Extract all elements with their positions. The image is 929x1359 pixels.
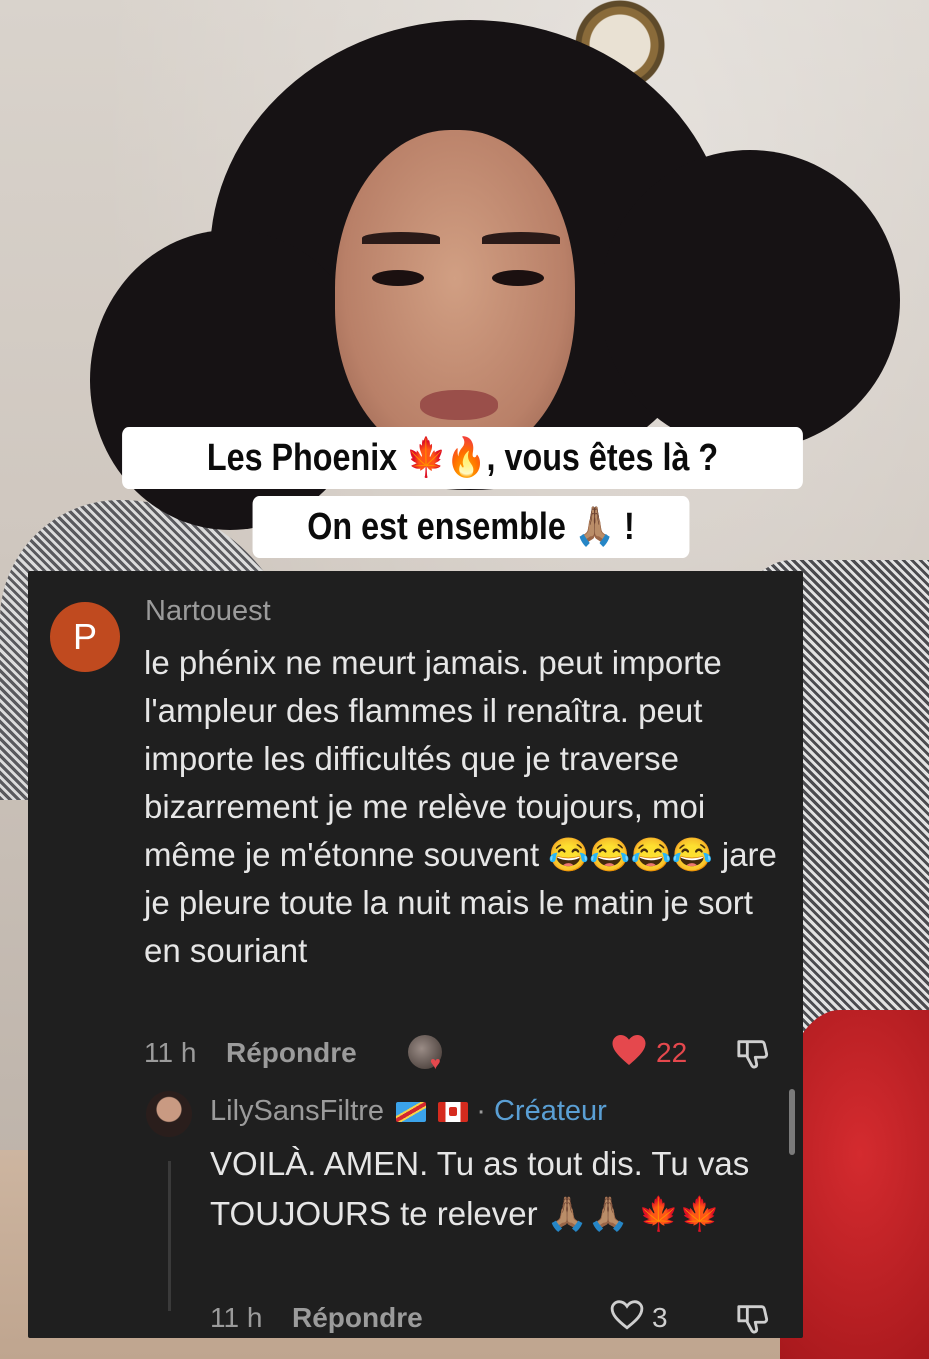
caption-line-1: Les Phoenix 🍁🔥, vous êtes là ? — [122, 427, 803, 489]
comment-time: 11 h — [144, 1037, 197, 1068]
eye-right — [492, 270, 544, 286]
reply-time: 11 h — [210, 1302, 263, 1333]
reply-username[interactable]: LilySansFiltre — [210, 1095, 384, 1127]
reply-dislike-button[interactable] — [736, 1301, 770, 1338]
commenter-username[interactable]: Nartouest — [145, 595, 271, 628]
comment-dislike-button[interactable] — [736, 1036, 770, 1075]
flag-dr-congo-icon — [396, 1102, 427, 1123]
comment-reply-button[interactable]: Répondre — [226, 1037, 357, 1069]
thread-line — [168, 1161, 171, 1311]
comment-like-button[interactable] — [611, 1033, 647, 1072]
thumbs-down-icon — [737, 1040, 769, 1069]
hair-strands — [600, 150, 900, 450]
commenter-avatar[interactable]: P — [50, 602, 120, 672]
comment-like-count: 22 — [656, 1037, 688, 1068]
eye-left — [372, 270, 424, 286]
heart-icon — [612, 1035, 646, 1065]
separator-dot: · — [476, 1095, 486, 1127]
heart-outline-icon — [610, 1300, 644, 1330]
lips — [420, 390, 498, 420]
caption-line-2: On est ensemble 🙏🏽 ! — [252, 496, 690, 558]
creator-liked-heart-icon: ♥ — [430, 1053, 441, 1073]
reply-like-button[interactable] — [610, 1299, 644, 1336]
creator-badge: Créateur — [493, 1095, 607, 1127]
reply-header: LilySansFiltre · Créateur — [210, 1095, 607, 1128]
reply-text: VOILÀ. AMEN. Tu as tout dis. Tu vas TOUJ… — [210, 1145, 750, 1232]
comment-panel: P Nartouest le phénix ne meurt jamais. p… — [28, 571, 803, 1338]
avatar-letter: P — [72, 616, 97, 657]
reply-like-count: 3 — [652, 1302, 668, 1333]
reply-reply-button[interactable]: Répondre — [292, 1302, 423, 1334]
flag-canada-icon — [438, 1102, 469, 1123]
thumbs-down-icon — [737, 1305, 769, 1334]
eyebrow-right — [482, 232, 560, 244]
eyebrow-left — [362, 232, 440, 244]
scrollbar-thumb[interactable] — [789, 1089, 795, 1155]
creator-avatar[interactable] — [146, 1091, 192, 1137]
comment-text: le phénix ne meurt jamais. peut importe … — [144, 644, 777, 969]
